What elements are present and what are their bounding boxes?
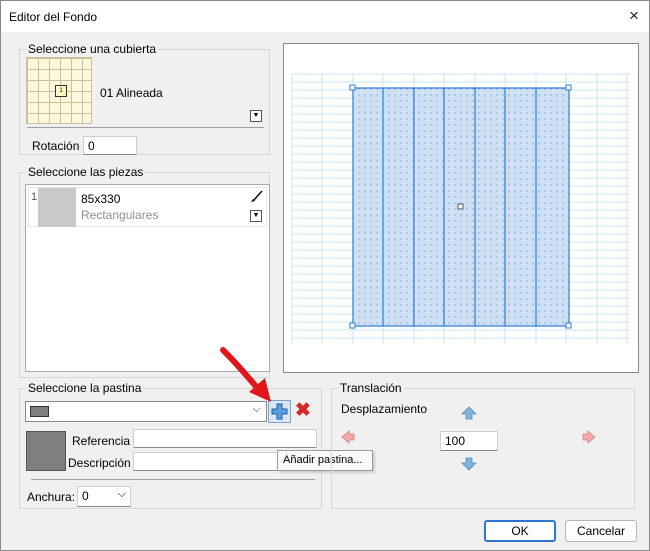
pastina-color-swatch — [30, 406, 49, 417]
cancel-button[interactable]: Cancelar — [565, 520, 637, 542]
referencia-input[interactable] — [133, 429, 317, 448]
chevron-down-icon: ⌵ — [117, 488, 126, 500]
piezas-group-label: Seleccione las piezas — [26, 165, 146, 179]
arrow-up-icon[interactable] — [461, 406, 477, 423]
rotation-label: Rotación — [32, 139, 80, 153]
descripcion-label: Descripción — [68, 456, 131, 470]
piece-dropdown-button[interactable]: ▼ — [250, 210, 262, 222]
piece-type: Rectangulares — [81, 208, 159, 222]
editor-del-fondo-window: Editor del Fondo × Seleccione una cubier… — [0, 0, 650, 551]
pastina-group-label: Seleccione la pastina — [26, 381, 144, 395]
chevron-down-icon: ▼ — [252, 212, 260, 219]
arrow-left-icon[interactable] — [341, 430, 355, 447]
window-title: Editor del Fondo — [9, 10, 98, 24]
cubierta-selected-name: 01 Alineada — [100, 86, 163, 100]
brush-icon[interactable] — [250, 189, 264, 203]
preview-canvas[interactable] — [283, 43, 639, 373]
anchura-select[interactable]: 0 ⌵ — [77, 486, 131, 507]
descripcion-input[interactable] — [133, 452, 279, 471]
cubierta-separator — [27, 127, 264, 128]
arrow-right-icon[interactable] — [582, 430, 596, 447]
cubierta-thumbnail[interactable]: 1 — [26, 57, 92, 124]
anchura-label: Anchura: — [27, 490, 76, 504]
cubierta-dropdown-button[interactable]: ▼ — [250, 110, 262, 122]
referencia-label: Referencia — [72, 434, 131, 448]
desplazamiento-input[interactable]: 100 — [440, 431, 498, 451]
desplazamiento-label: Desplazamiento — [341, 402, 428, 416]
pastina-separator — [31, 479, 315, 480]
cubierta-thumbnail-cell: 1 — [55, 85, 67, 97]
piece-index: 1 — [31, 191, 38, 203]
pastina-preview-swatch — [26, 431, 66, 471]
piece-size: 85x330 — [81, 192, 121, 206]
preview-drawing — [291, 73, 630, 344]
annotation-arrow-icon — [220, 347, 271, 402]
traslacion-group-label: Translación — [338, 381, 404, 395]
title-bar: Editor del Fondo × — [1, 1, 649, 32]
arrow-down-icon[interactable] — [461, 457, 477, 474]
rotation-input[interactable]: 0 — [83, 136, 137, 155]
chevron-down-icon: ▼ — [252, 112, 260, 119]
cubierta-group-label: Seleccione una cubierta — [26, 42, 159, 56]
piece-thumbnail — [38, 188, 76, 227]
delete-pastina-icon[interactable]: ✖ — [293, 399, 313, 423]
ok-button[interactable]: OK — [484, 520, 556, 542]
anchura-value: 0 — [82, 489, 89, 503]
close-icon[interactable]: × — [625, 7, 643, 25]
